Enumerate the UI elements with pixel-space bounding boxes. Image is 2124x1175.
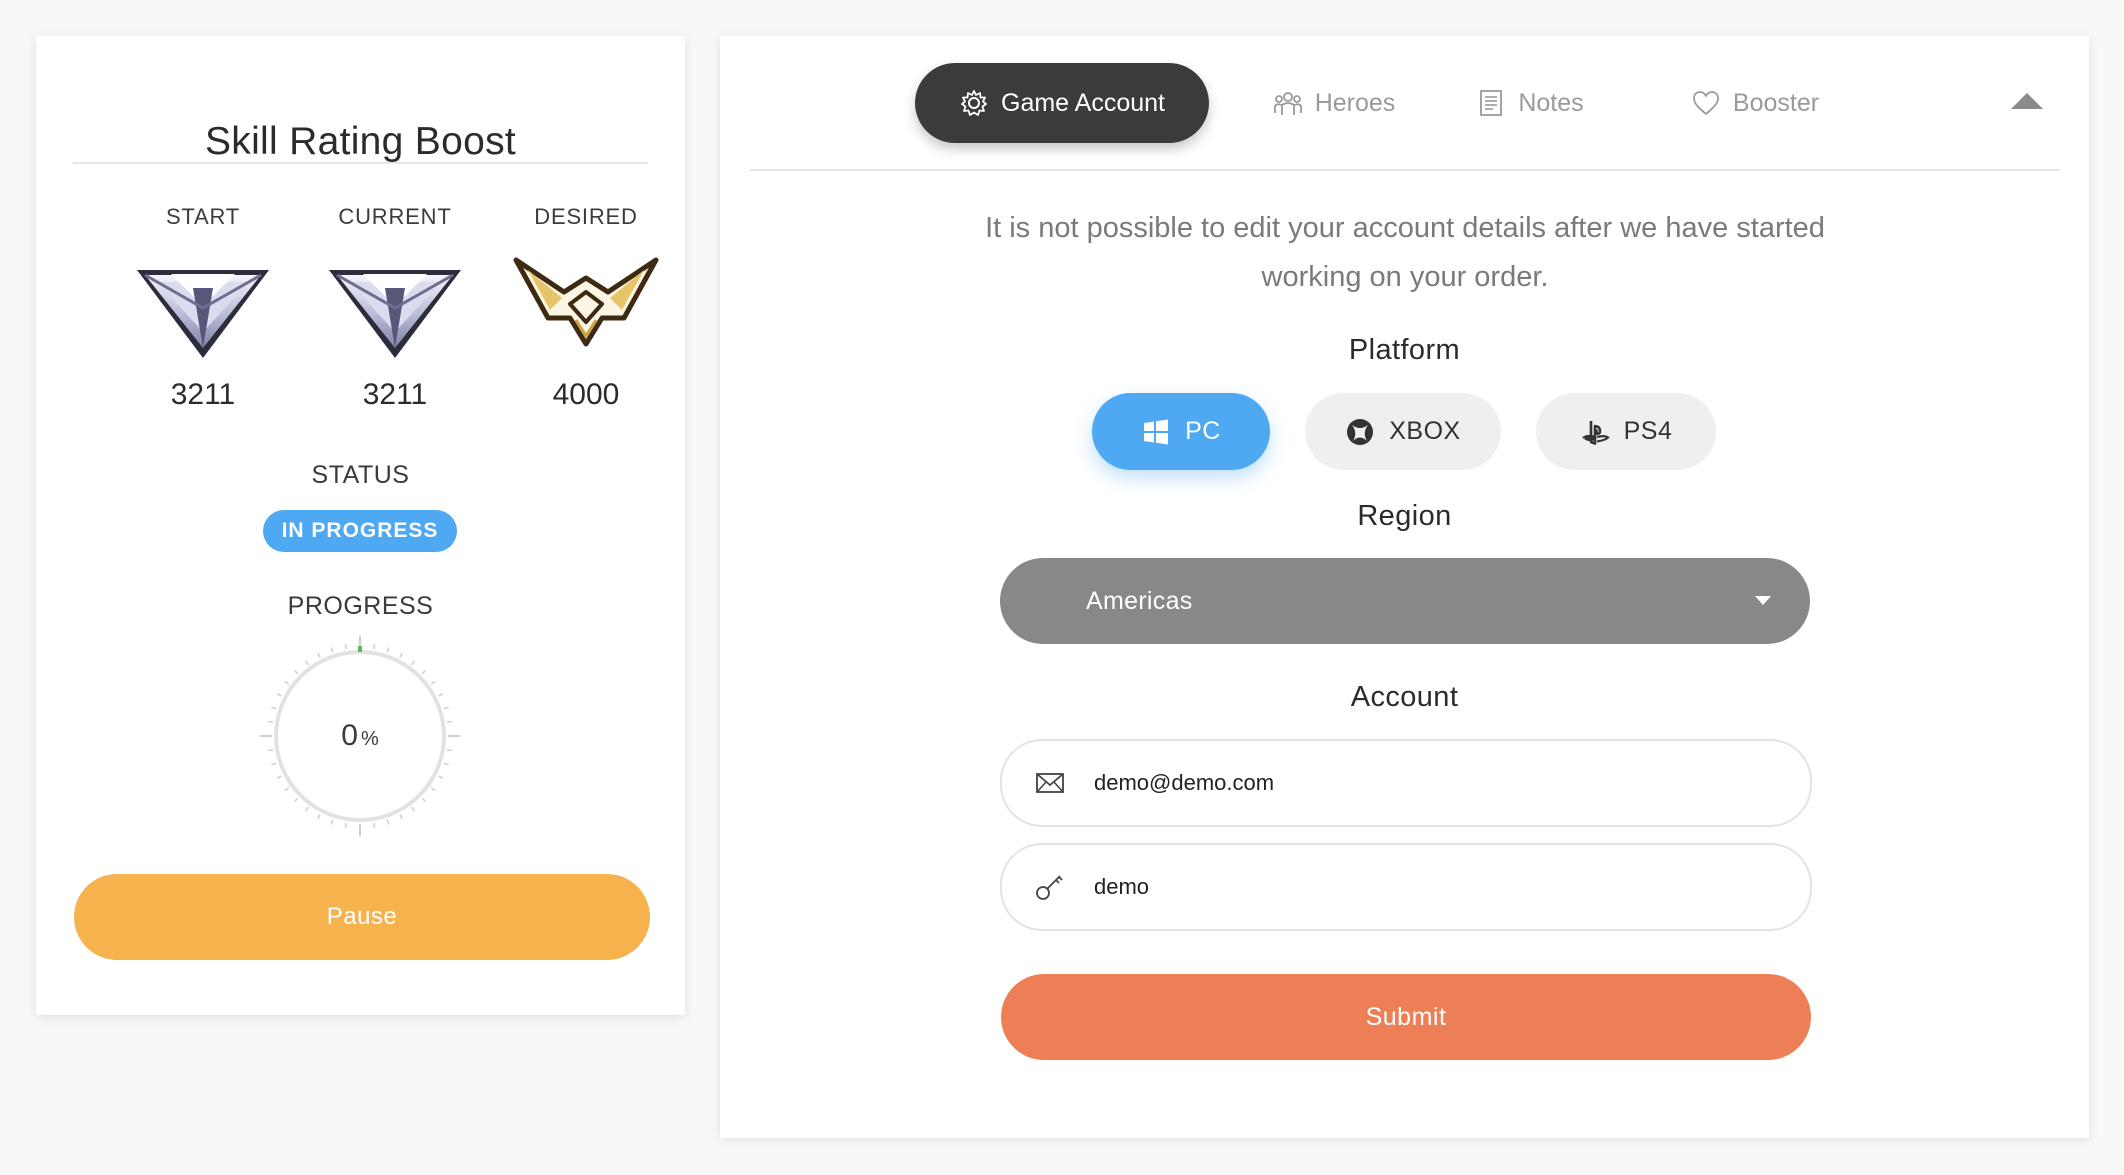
tab-notes[interactable]: Notes [1450,63,1610,143]
heart-icon [1693,91,1719,115]
tab-heroes[interactable]: Heroes [1249,63,1419,143]
playstation-icon [1581,420,1610,445]
windows-icon [1144,419,1169,444]
status-label: STATUS [311,461,410,489]
platform-label-ps4: PS4 [1623,417,1673,445]
notes-icon [1480,90,1503,116]
region-select[interactable]: Americas [1000,558,1810,644]
rank-value-desired: 4000 [552,378,620,411]
grandmaster-rank-badge-icon [513,257,659,347]
edit-notice: It is not possible to edit your account … [985,212,1825,293]
region-label: Region [1357,500,1452,532]
order-details-card: Game Account Heroes Notes Booster It is … [720,36,2089,1138]
platform-pc-button[interactable]: PC [1092,393,1270,470]
rank-start: START 3211 [108,204,298,412]
xbox-icon [1347,418,1374,445]
password-input[interactable] [1094,845,1774,929]
rank-label-current: CURRENT [338,204,452,229]
platform-label-pc: PC [1185,417,1221,445]
skill-rating-boost-card: Skill Rating Boost START 3211 CURRENT 32… [36,36,685,1015]
rank-label-desired: DESIRED [534,204,638,229]
master-rank-badge-icon [329,270,461,358]
tab-label: Notes [1518,88,1584,117]
password-field[interactable] [1000,843,1812,931]
email-input[interactable] [1094,741,1774,825]
platform-label: Platform [1348,334,1461,366]
gear-icon [961,90,987,116]
boost-title: Skill Rating Boost [204,120,517,163]
group-icon [1273,92,1302,115]
rank-value-start: 3211 [170,378,236,411]
divider [750,169,2060,171]
progress-label: PROGRESS [287,592,434,620]
tab-game-account[interactable]: Game Account [915,63,1209,143]
platform-xbox-button[interactable]: XBOX [1305,393,1501,470]
progress-dial: 0% [260,636,460,836]
rank-value-current: 3211 [362,378,428,411]
email-field[interactable] [1000,739,1812,827]
account-label: Account [1350,681,1459,713]
platform-ps4-button[interactable]: PS4 [1536,393,1716,470]
rank-current: CURRENT 3211 [300,204,490,412]
progress-unit: % [360,728,379,750]
tab-label: Booster [1732,88,1820,117]
key-icon [1036,875,1063,900]
progress-value: 0 [341,719,358,752]
divider [73,162,648,164]
region-selected-value: Americas [1086,587,1193,615]
envelope-icon [1036,773,1064,793]
master-rank-badge-icon [137,270,269,358]
submit-button[interactable]: Submit [1001,974,1811,1060]
rank-desired: DESIRED 4000 [491,204,681,412]
pause-button[interactable]: Pause [74,874,650,960]
rank-label-start: START [165,204,241,229]
tab-booster[interactable]: Booster [1665,63,1845,143]
tab-bar: Game Account Heroes Notes Booster [720,36,2089,170]
tab-label: Game Account [1001,88,1165,117]
platform-label-xbox: XBOX [1389,417,1461,445]
progress-percent: 0% [260,636,460,836]
caret-up-icon[interactable] [2011,91,2043,111]
status-badge: IN PROGRESS [263,510,457,552]
tab-label: Heroes [1314,88,1396,117]
chevron-down-icon [1755,596,1771,605]
